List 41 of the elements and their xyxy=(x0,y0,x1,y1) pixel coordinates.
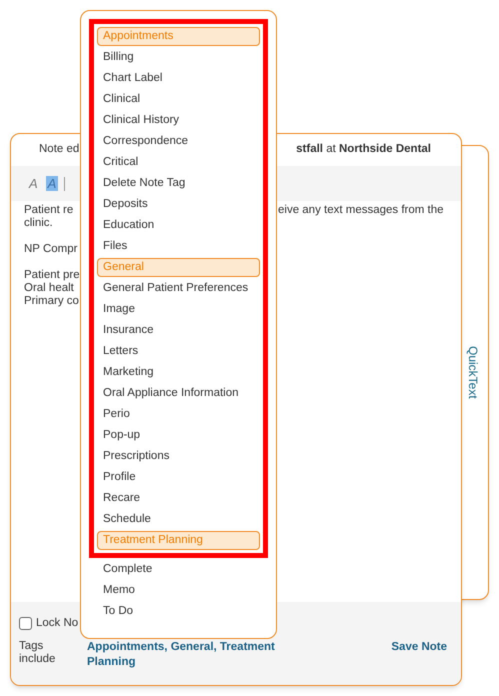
menu-item[interactable]: Chart Label xyxy=(97,69,260,88)
menu-item[interactable]: Profile xyxy=(97,468,260,487)
italic-button[interactable]: A xyxy=(27,176,40,191)
tags-label: Tags include xyxy=(19,640,56,666)
menu-item[interactable]: Image xyxy=(97,300,260,319)
menu-item[interactable]: Letters xyxy=(97,342,260,361)
menu-item[interactable]: Insurance xyxy=(97,321,260,340)
menu-item[interactable]: Oral Appliance Information xyxy=(97,384,260,403)
menu-item[interactable]: General Patient Preferences xyxy=(97,279,260,298)
menu-item[interactable]: Memo xyxy=(97,581,260,600)
tags-link[interactable]: Appointments, General, Treatment Planning xyxy=(87,640,317,670)
note-text: clinic. xyxy=(24,217,53,229)
menu-item[interactable]: Critical xyxy=(97,153,260,172)
menu-item[interactable]: Education xyxy=(97,216,260,235)
save-note-button[interactable]: Save Note xyxy=(391,640,447,656)
lock-label: Lock No xyxy=(36,616,78,631)
menu-item[interactable]: To Do xyxy=(97,602,260,621)
note-text: Primary co xyxy=(24,295,79,307)
menu-item[interactable]: Pop-up xyxy=(97,426,260,445)
note-text: Oral healt xyxy=(24,282,74,294)
menu-item[interactable]: Delete Note Tag xyxy=(97,174,260,193)
menu-item[interactable]: Billing xyxy=(97,48,260,67)
menu-item[interactable]: Complete xyxy=(97,560,260,579)
quicktext-tab[interactable]: QuickText xyxy=(464,346,482,399)
menu-item[interactable]: Schedule xyxy=(97,510,260,529)
note-text: NP Compr xyxy=(24,243,78,255)
note-text: eive any text messages from the xyxy=(278,204,444,216)
menu-item[interactable]: Recare xyxy=(97,489,260,508)
header-text: stfall at Northside Dental xyxy=(296,142,431,158)
header-text: Note ed xyxy=(39,142,80,158)
note-text: Patient re xyxy=(24,204,74,216)
menu-item[interactable]: Files xyxy=(97,237,260,256)
menu-item[interactable]: Prescriptions xyxy=(97,447,260,466)
menu-item[interactable]: Clinical History xyxy=(97,111,260,130)
menu-item[interactable]: Perio xyxy=(97,405,260,424)
lock-checkbox[interactable] xyxy=(19,617,32,630)
menu-item[interactable]: Correspondence xyxy=(97,132,260,151)
note-text: Patient pre xyxy=(24,269,80,281)
menu-item[interactable]: Clinical xyxy=(97,90,260,109)
menu-item[interactable]: Deposits xyxy=(97,195,260,214)
menu-item[interactable]: Marketing xyxy=(97,363,260,382)
